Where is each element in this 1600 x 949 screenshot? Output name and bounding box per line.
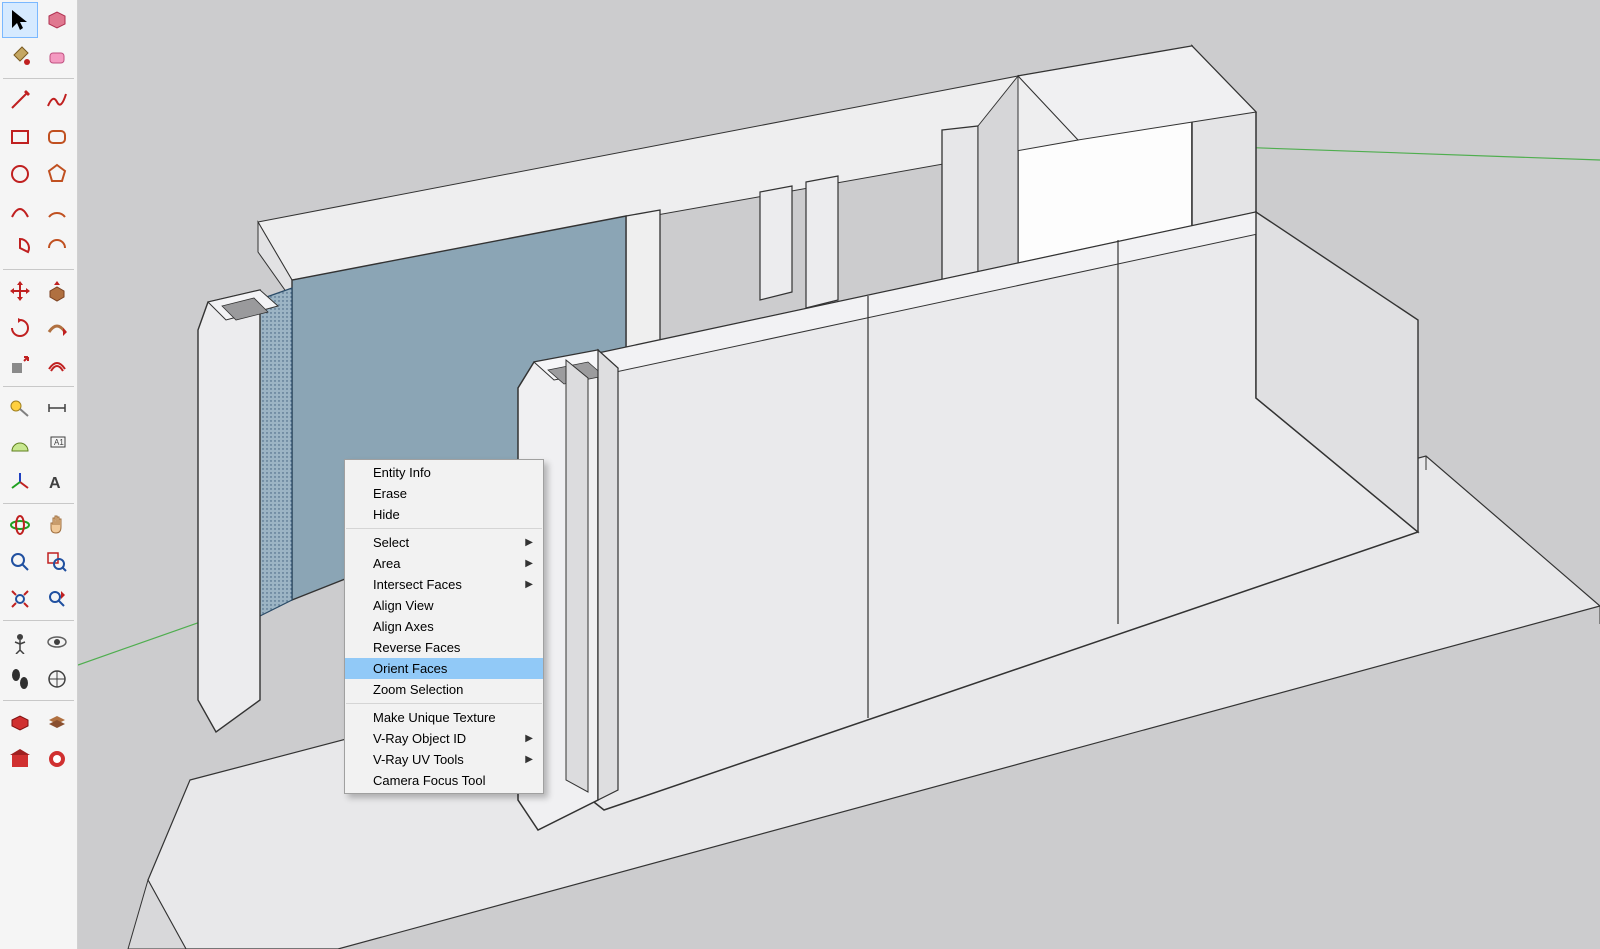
arc3-tool[interactable] — [39, 230, 75, 266]
eraser-tool[interactable] — [39, 39, 75, 75]
menu-separator — [346, 703, 542, 704]
axes-tool[interactable] — [2, 464, 38, 500]
menu-orient-faces[interactable]: Orient Faces — [345, 658, 543, 679]
chevron-right-icon: ▶ — [525, 733, 533, 744]
zoom-window-tool[interactable] — [39, 544, 75, 580]
extension-tool[interactable] — [39, 741, 75, 777]
viewport-3d[interactable]: Entity Info Erase Hide Select▶ Area▶ Int… — [78, 0, 1600, 949]
chevron-right-icon: ▶ — [525, 579, 533, 590]
move-tool[interactable] — [2, 273, 38, 309]
menu-select[interactable]: Select▶ — [345, 532, 543, 553]
layers-tool[interactable] — [39, 704, 75, 740]
context-menu: Entity Info Erase Hide Select▶ Area▶ Int… — [344, 459, 544, 794]
svg-text:A: A — [49, 475, 61, 492]
offset-tool[interactable] — [39, 347, 75, 383]
rectangle-tool[interactable] — [2, 119, 38, 155]
dimension-tool[interactable] — [39, 390, 75, 426]
section-plane-tool[interactable] — [39, 661, 75, 697]
walk-tool[interactable] — [2, 661, 38, 697]
arc-tool[interactable] — [2, 193, 38, 229]
menu-reverse-faces[interactable]: Reverse Faces — [345, 637, 543, 658]
menu-align-view[interactable]: Align View — [345, 595, 543, 616]
rounded-rectangle-tool[interactable] — [39, 119, 75, 155]
menu-separator — [346, 528, 542, 529]
position-camera-tool[interactable] — [2, 624, 38, 660]
zoom-tool[interactable] — [2, 544, 38, 580]
component-tool[interactable] — [39, 2, 75, 38]
warehouse-tool[interactable] — [2, 741, 38, 777]
paint-bucket-tool[interactable] — [2, 39, 38, 75]
text-tool[interactable]: A1 — [39, 427, 75, 463]
menu-align-axes[interactable]: Align Axes — [345, 616, 543, 637]
menu-area[interactable]: Area▶ — [345, 553, 543, 574]
zoom-extents-tool[interactable] — [2, 581, 38, 617]
pushpull-tool[interactable] — [39, 273, 75, 309]
scene-svg — [78, 0, 1600, 949]
menu-erase[interactable]: Erase — [345, 483, 543, 504]
pan-tool[interactable] — [39, 507, 75, 543]
line-tool[interactable] — [2, 82, 38, 118]
followme-tool[interactable] — [39, 310, 75, 346]
chevron-right-icon: ▶ — [525, 558, 533, 569]
polygon-tool[interactable] — [39, 156, 75, 192]
toolbar: A1 A — [0, 0, 78, 949]
select-tool[interactable] — [2, 2, 38, 38]
pie-tool[interactable] — [2, 230, 38, 266]
chevron-right-icon: ▶ — [525, 537, 533, 548]
menu-camera-focus-tool[interactable]: Camera Focus Tool — [345, 770, 543, 791]
menu-vray-object-id[interactable]: V-Ray Object ID▶ — [345, 728, 543, 749]
menu-zoom-selection[interactable]: Zoom Selection — [345, 679, 543, 700]
menu-hide[interactable]: Hide — [345, 504, 543, 525]
tape-tool[interactable] — [2, 390, 38, 426]
menu-intersect-faces[interactable]: Intersect Faces▶ — [345, 574, 543, 595]
outliner-tool[interactable] — [2, 704, 38, 740]
rotate-tool[interactable] — [2, 310, 38, 346]
arc2-tool[interactable] — [39, 193, 75, 229]
scale-tool[interactable] — [2, 347, 38, 383]
look-around-tool[interactable] — [39, 624, 75, 660]
menu-entity-info[interactable]: Entity Info — [345, 462, 543, 483]
menu-make-unique-texture[interactable]: Make Unique Texture — [345, 707, 543, 728]
3dtext-tool[interactable]: A — [39, 464, 75, 500]
freehand-tool[interactable] — [39, 82, 75, 118]
svg-text:A1: A1 — [54, 438, 64, 447]
circle-tool[interactable] — [2, 156, 38, 192]
previous-tool[interactable] — [39, 581, 75, 617]
orbit-tool[interactable] — [2, 507, 38, 543]
chevron-right-icon: ▶ — [525, 754, 533, 765]
protractor-tool[interactable] — [2, 427, 38, 463]
menu-vray-uv-tools[interactable]: V-Ray UV Tools▶ — [345, 749, 543, 770]
